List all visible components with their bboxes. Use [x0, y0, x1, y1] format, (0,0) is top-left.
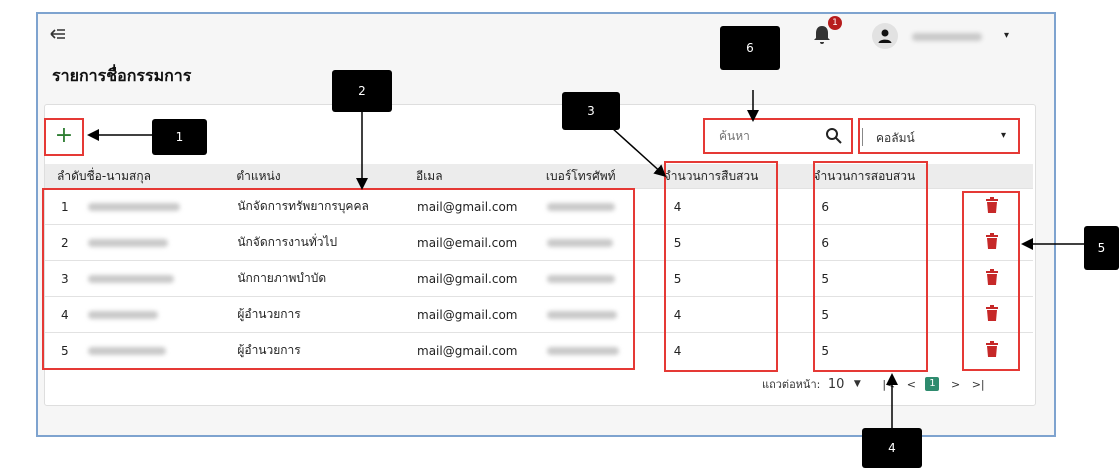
callout-badge-4: 4 — [862, 428, 922, 468]
callout-badge-1: 1 — [152, 119, 207, 155]
callout-badge-3: 3 — [562, 92, 620, 130]
callout-arrows — [87, 90, 1084, 428]
callout-badge-2: 2 — [332, 70, 392, 112]
callout-badge-5: 5 — [1084, 226, 1119, 270]
callout-badge-6: 6 — [720, 26, 780, 70]
